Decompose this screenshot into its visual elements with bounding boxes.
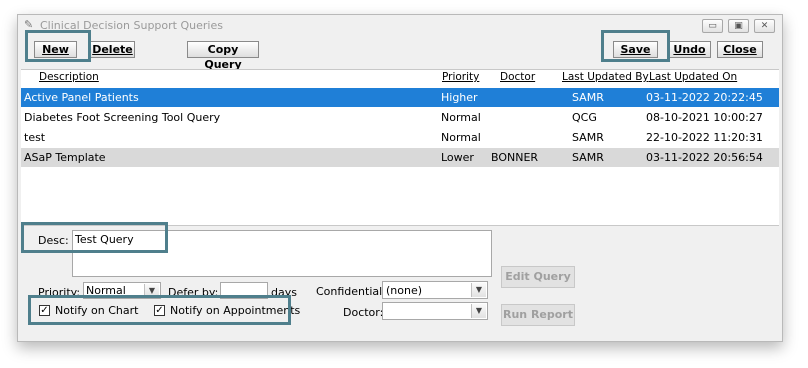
confidential-value: (none) (386, 284, 423, 297)
table-row[interactable]: Active Panel Patients Higher SAMR 03-11-… (21, 88, 779, 107)
delete-button[interactable]: Delete (90, 41, 135, 58)
cell-priority: Normal (441, 131, 481, 144)
chevron-down-icon[interactable]: ▼ (471, 283, 486, 297)
cell-updated-on: 03-11-2022 20:56:54 (646, 151, 763, 164)
header-last-updated-on[interactable]: Last Updated On (649, 71, 737, 85)
cell-priority: Higher (441, 91, 478, 104)
header-doctor[interactable]: Doctor (500, 71, 535, 85)
edit-query-button[interactable]: Edit Query (501, 266, 575, 288)
cell-updated-by: SAMR (572, 131, 604, 144)
confidential-select[interactable]: (none) ▼ (382, 281, 488, 299)
table-row[interactable]: Diabetes Foot Screening Tool Query Norma… (21, 108, 779, 127)
table-row[interactable]: ASaP Template Lower BONNER SAMR 03-11-20… (21, 148, 779, 167)
close-button[interactable]: Close (717, 41, 763, 58)
doctor-select[interactable]: ▼ (382, 302, 488, 320)
cell-updated-on: 08-10-2021 10:00:27 (646, 111, 763, 124)
cell-updated-on: 22-10-2022 11:20:31 (646, 131, 763, 144)
table-row[interactable]: test Normal SAMR 22-10-2022 11:20:31 (21, 128, 779, 147)
maximize-icon[interactable]: ▣ (728, 19, 749, 33)
save-button-highlight (601, 30, 670, 62)
cell-updated-on: 03-11-2022 20:22:45 (646, 91, 763, 104)
cell-updated-by: QCG (572, 111, 597, 124)
undo-button[interactable]: Undo (668, 41, 711, 58)
cell-priority: Normal (441, 111, 481, 124)
cell-updated-by: SAMR (572, 151, 604, 164)
cell-updated-by: SAMR (572, 91, 604, 104)
query-window: ✎ Clinical Decision Support Queries ▭ ▣ … (17, 14, 783, 342)
header-priority[interactable]: Priority (442, 71, 479, 85)
new-button-highlight (25, 30, 91, 62)
copy-query-button[interactable]: Copy Query (187, 41, 259, 71)
cell-priority: Lower (441, 151, 474, 164)
header-description[interactable]: Description (39, 71, 99, 85)
run-report-button[interactable]: Run Report (501, 304, 575, 326)
close-window-icon[interactable]: ✕ (754, 19, 775, 33)
chevron-down-icon[interactable]: ▼ (471, 304, 486, 318)
doctor-label: Doctor: (343, 306, 384, 319)
header-last-updated-by[interactable]: Last Updated By (562, 71, 649, 85)
desc-highlight (21, 222, 168, 253)
cell-description: ASaP Template (24, 151, 106, 164)
notify-options-highlight (28, 295, 291, 325)
cell-description: Diabetes Foot Screening Tool Query (24, 111, 221, 124)
cell-description: Active Panel Patients (24, 91, 139, 104)
confidential-label: Confidential: (316, 285, 386, 298)
cell-description: test (24, 131, 46, 144)
minimize-icon[interactable]: ▭ (702, 19, 723, 33)
cell-doctor: BONNER (491, 151, 539, 164)
